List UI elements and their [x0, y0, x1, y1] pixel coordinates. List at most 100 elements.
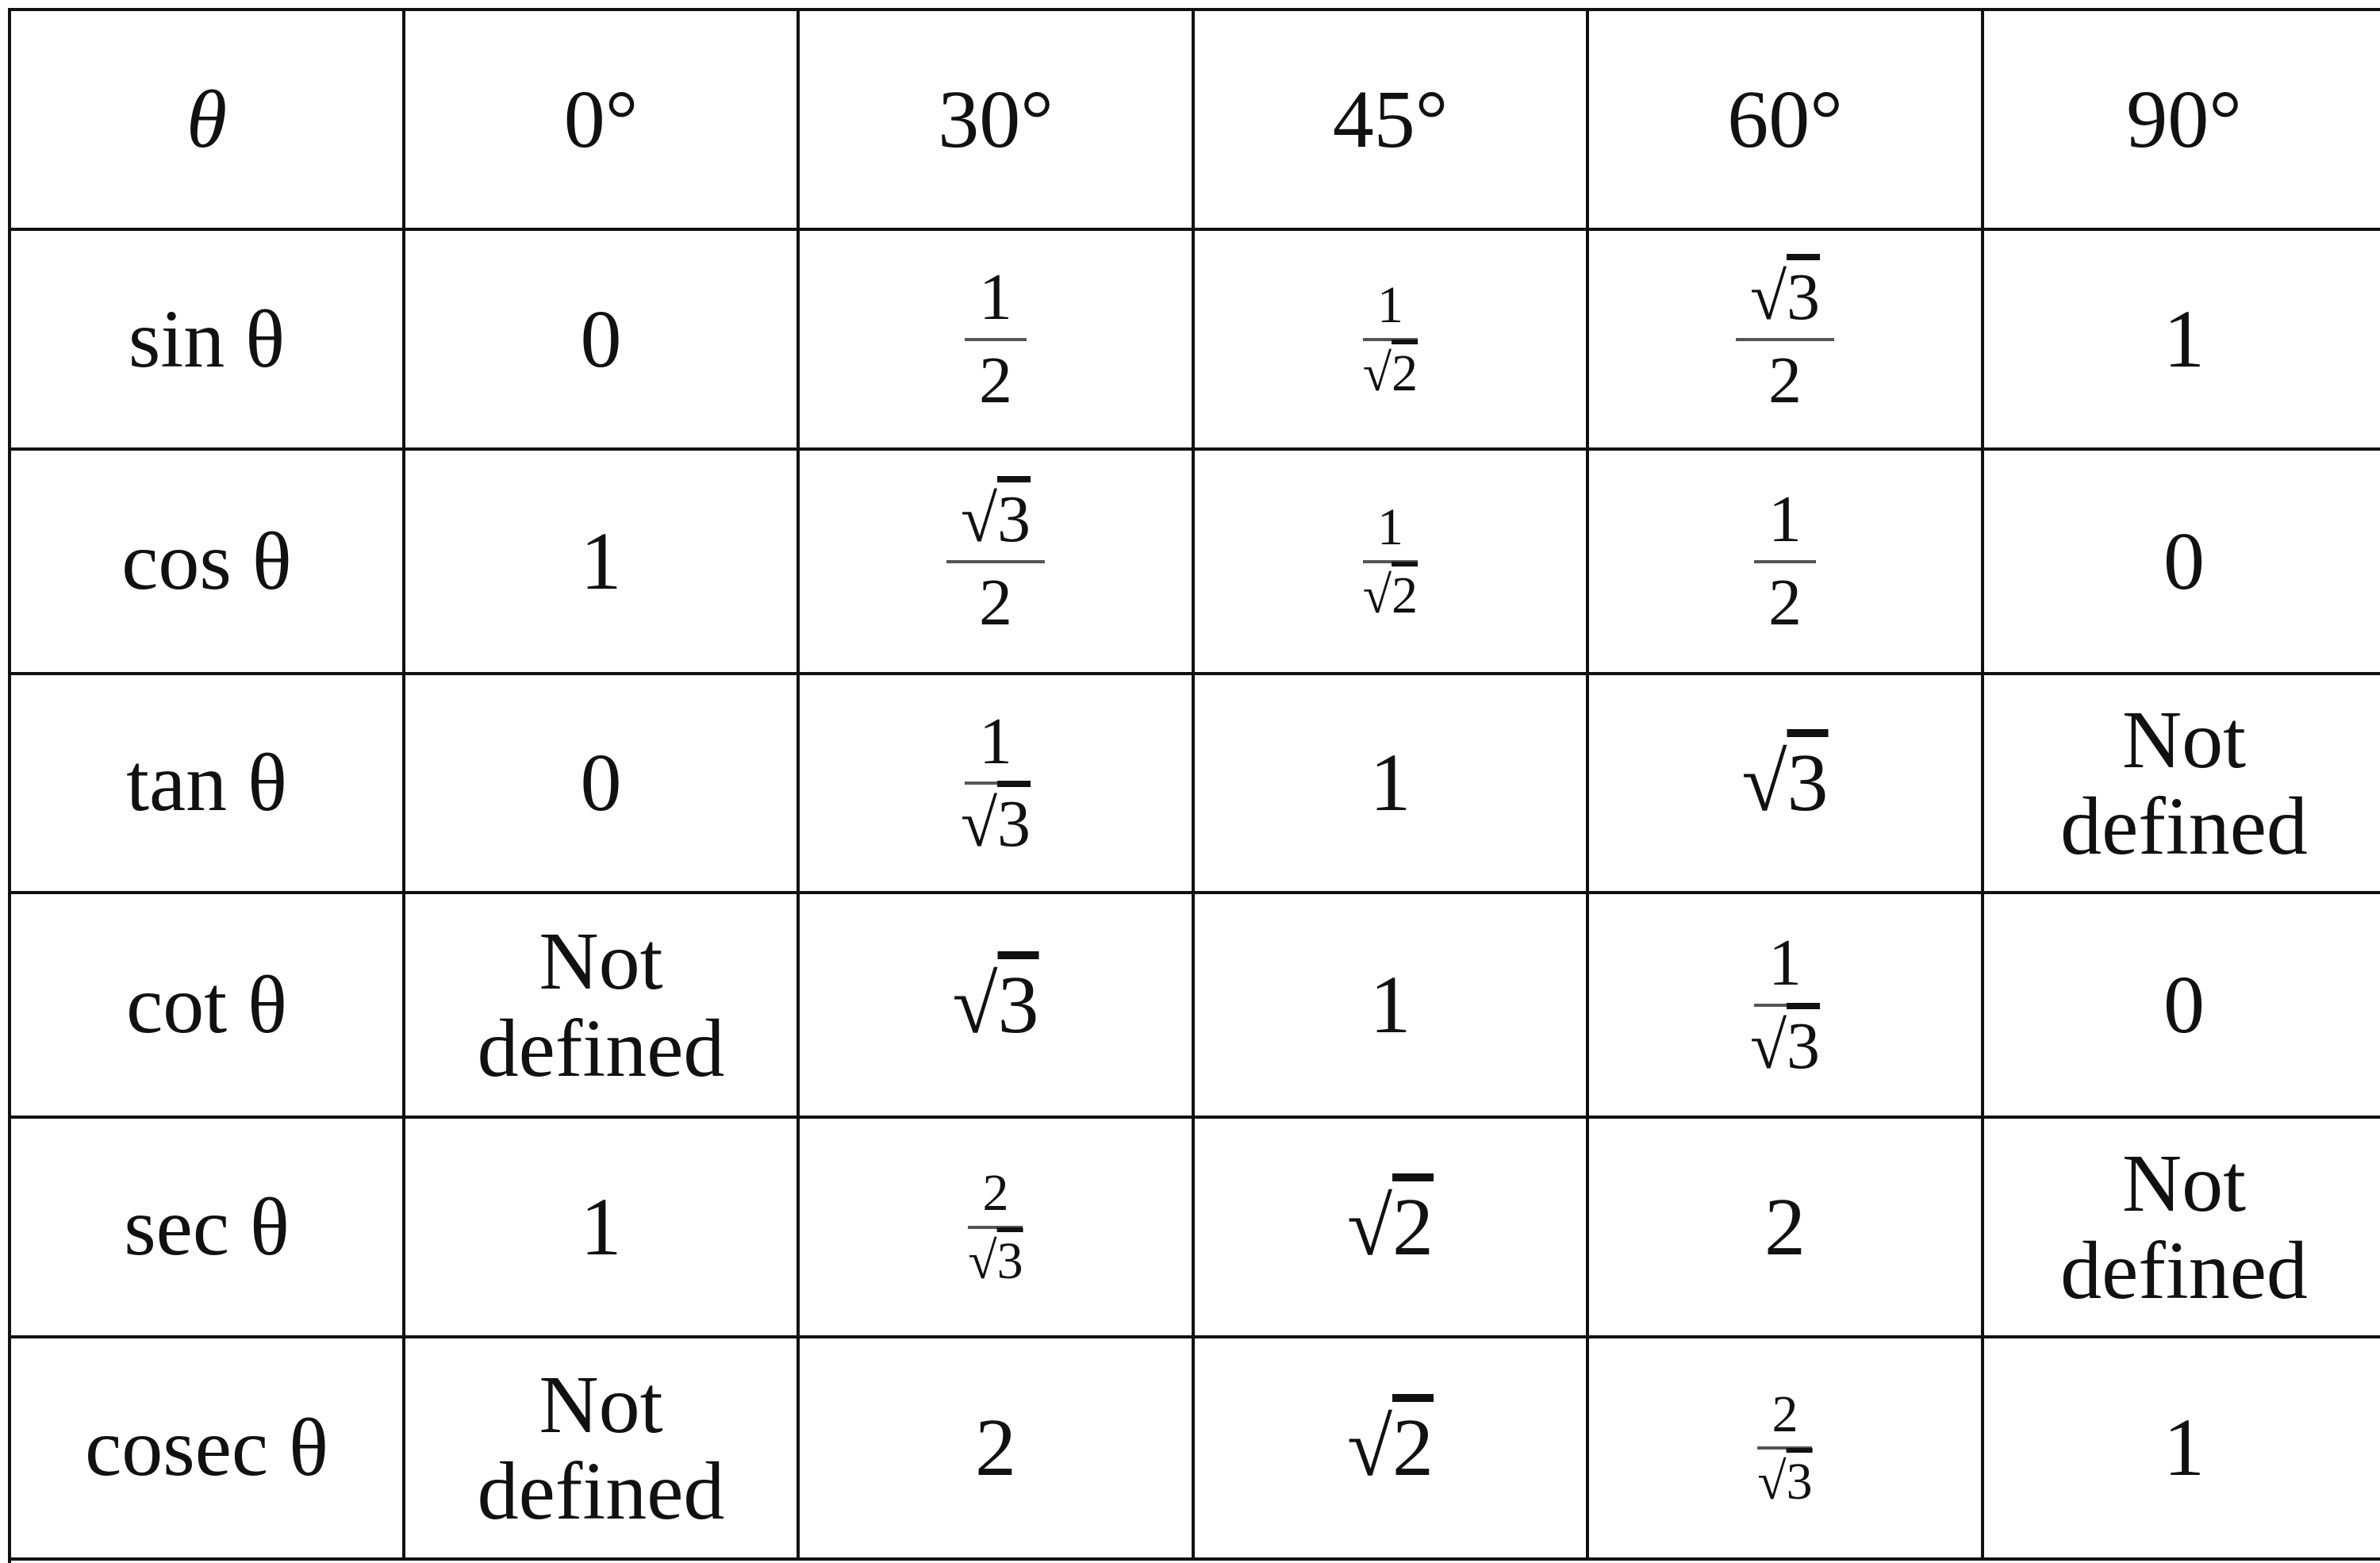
- value-text: √3: [1741, 739, 1828, 826]
- value-cell: 2 √3: [1589, 1338, 1984, 1561]
- fraction: 1 √3: [946, 706, 1045, 859]
- fraction: √3 2: [946, 482, 1046, 639]
- trig-values-table: θ 0° 30° 45° 60° 90° sin θ 0 1 2 1 √2 √3 2 1 cos θ 1 √3 2 1…: [8, 8, 2380, 1563]
- value-cell: 1 √2: [1195, 231, 1589, 451]
- value-cell: Not defined: [405, 1338, 800, 1561]
- value-cell: 1 √2: [1195, 451, 1589, 675]
- function-name-cell: tan θ: [11, 675, 405, 894]
- header-angle: 90°: [1984, 11, 2380, 231]
- header-label: θ: [186, 73, 228, 165]
- value-cell: 0: [1984, 894, 2380, 1119]
- function-name: cot θ: [126, 958, 287, 1050]
- value-cell: 1: [1984, 231, 2380, 451]
- value-cell: 1 √3: [1589, 894, 1984, 1119]
- value-text: Not defined: [2060, 693, 2308, 872]
- header-label: 30°: [938, 73, 1054, 165]
- function-name-cell: sin θ: [11, 231, 405, 451]
- denominator: 2: [1768, 343, 1802, 417]
- numerator: 2: [1757, 1386, 1813, 1450]
- value-text: Not defined: [2060, 1138, 2308, 1316]
- function-name: cosec θ: [85, 1402, 328, 1494]
- sqrt-icon: √2: [1362, 344, 1418, 402]
- value-cell: 2: [800, 1338, 1195, 1561]
- value-cell: 1: [1195, 894, 1589, 1119]
- value-text: √3: [952, 962, 1038, 1048]
- value-text: 1: [580, 1181, 622, 1273]
- denominator: √3: [1743, 1450, 1826, 1509]
- numerator: √3: [1735, 260, 1835, 341]
- denominator: √2: [1349, 341, 1432, 401]
- value-cell: √3 2: [800, 451, 1195, 675]
- function-name: sin θ: [128, 293, 286, 385]
- numerator: 1: [1753, 928, 1816, 1007]
- header-theta: θ: [11, 11, 405, 231]
- header-label: 60°: [1727, 73, 1843, 165]
- function-name: sec θ: [124, 1181, 290, 1273]
- value-text: 2: [975, 1402, 1016, 1494]
- denominator: √3: [946, 785, 1045, 859]
- value-cell: Not defined: [405, 894, 800, 1119]
- numerator: √3: [946, 482, 1046, 563]
- value-text: 1: [2163, 293, 2205, 385]
- header-label: 90°: [2126, 73, 2242, 165]
- header-angle: 30°: [800, 11, 1195, 231]
- value-cell: 2: [1589, 1119, 1984, 1338]
- header-angle: 60°: [1589, 11, 1984, 231]
- sqrt-icon: √2: [1346, 1402, 1434, 1494]
- denominator: 2: [979, 343, 1012, 417]
- value-text: Not defined: [477, 1358, 725, 1537]
- value-text: 1: [1369, 958, 1411, 1050]
- value-text: Not defined: [477, 916, 725, 1094]
- fraction: 1 √2: [1349, 278, 1432, 401]
- value-text: 0: [2163, 958, 2205, 1050]
- function-name-cell: sec θ: [11, 1119, 405, 1338]
- fraction: 1 √3: [1736, 928, 1834, 1081]
- function-name-cell: cot θ: [11, 894, 405, 1119]
- value-text: 0: [580, 293, 622, 385]
- value-cell: 12: [800, 231, 1195, 451]
- fraction: 2 √3: [954, 1166, 1037, 1288]
- value-cell: √3 2: [1589, 231, 1984, 451]
- sqrt-icon: √3: [1757, 1453, 1813, 1511]
- fraction: 12: [1754, 485, 1816, 637]
- value-cell: √3: [1589, 675, 1984, 894]
- sqrt-icon: √3: [1749, 260, 1821, 335]
- header-angle: 45°: [1195, 11, 1589, 231]
- function-name-cell: cos θ: [11, 451, 405, 675]
- value-text: √2: [1347, 1184, 1434, 1270]
- value-text: 1: [1369, 737, 1411, 829]
- value-cell: 1: [405, 451, 800, 675]
- denominator: √2: [1349, 563, 1432, 623]
- denominator: 2: [978, 565, 1012, 639]
- value-cell: 1: [1984, 1338, 2380, 1561]
- sqrt-icon: √2: [1346, 1181, 1434, 1273]
- value-cell: 1: [405, 1119, 800, 1338]
- value-text: √2: [1347, 1404, 1434, 1491]
- value-cell: √2: [1195, 1119, 1589, 1338]
- numerator: 2: [968, 1166, 1023, 1229]
- value-cell: 1 √3: [800, 675, 1195, 894]
- sqrt-icon: √3: [960, 482, 1031, 557]
- value-cell: 1: [1195, 675, 1589, 894]
- value-cell: Not defined: [1984, 675, 2380, 894]
- header-label: 0°: [563, 73, 639, 165]
- sqrt-icon: √3: [1749, 1008, 1821, 1083]
- value-cell: 0: [405, 231, 800, 451]
- sqrt-icon: √3: [968, 1231, 1023, 1290]
- value-text: 1: [580, 515, 622, 607]
- header-label: 45°: [1332, 73, 1449, 165]
- value-cell: Not defined: [1984, 1119, 2380, 1338]
- fraction: 12: [965, 263, 1027, 415]
- numerator: 1: [1754, 485, 1816, 563]
- value-cell: 0: [1984, 451, 2380, 675]
- value-text: 0: [580, 737, 622, 829]
- sqrt-icon: √3: [952, 958, 1039, 1050]
- numerator: 1: [965, 263, 1027, 341]
- value-text: 2: [1764, 1181, 1806, 1273]
- function-name: tan θ: [126, 737, 287, 829]
- denominator: √3: [954, 1229, 1037, 1288]
- sqrt-icon: √3: [1741, 737, 1829, 829]
- sqrt-icon: √2: [1362, 566, 1418, 624]
- fraction: 2 √3: [1743, 1386, 1826, 1510]
- fraction: √3 2: [1735, 260, 1835, 417]
